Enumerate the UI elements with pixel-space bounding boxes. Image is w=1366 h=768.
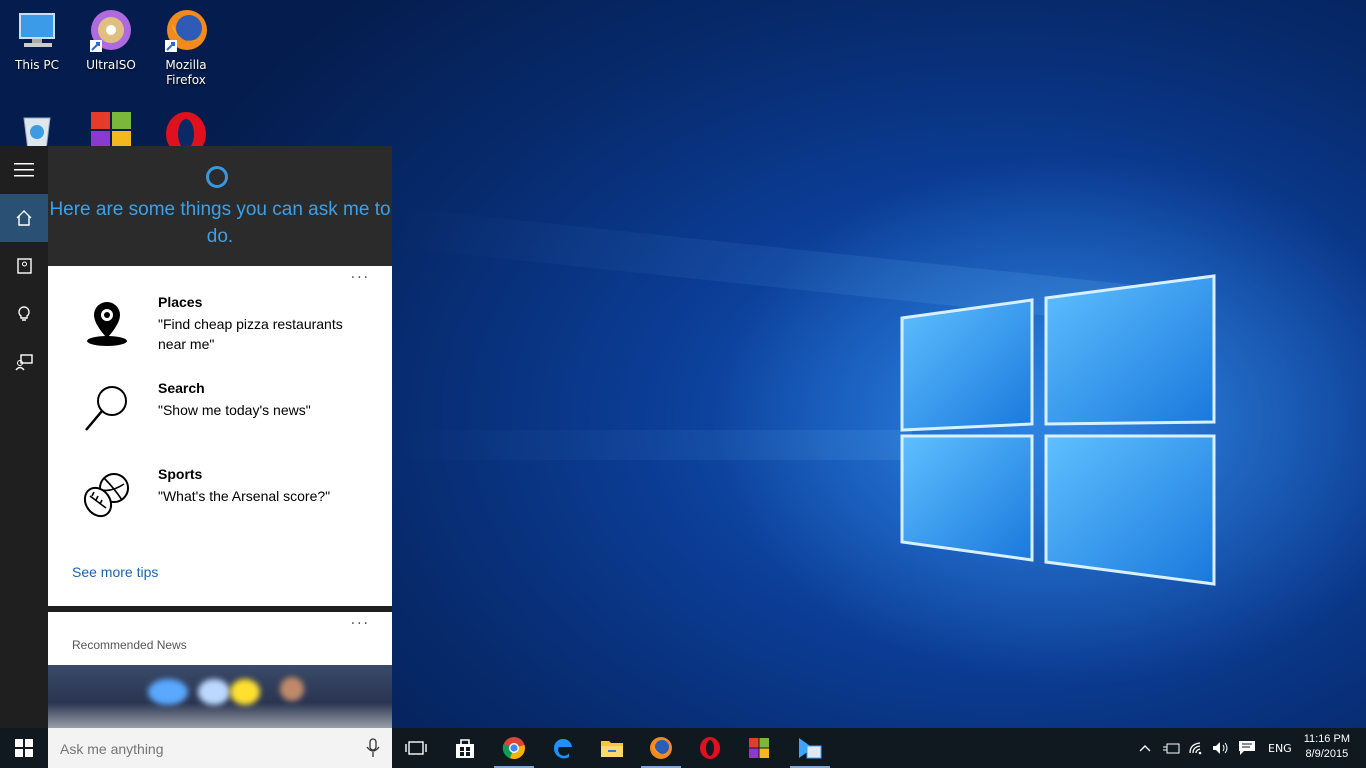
lightbulb-icon	[18, 306, 30, 321]
rail-notebook-button[interactable]	[0, 242, 48, 290]
edge-icon	[553, 738, 572, 759]
task-view-button[interactable]	[392, 728, 440, 768]
desktop-icon-ultraiso[interactable]: UltraISO	[75, 8, 147, 73]
this-pc-icon	[19, 13, 55, 47]
desktop-icon-this-pc[interactable]: This PC	[1, 8, 73, 73]
news-label: Recommended News	[72, 638, 187, 652]
wifi-icon[interactable]	[1188, 741, 1206, 755]
store-icon	[456, 739, 474, 758]
battery-plug-icon[interactable]	[1162, 741, 1180, 755]
taskbar-edge[interactable]	[539, 728, 587, 768]
cortana-title: Here are some things you can ask me to d…	[49, 199, 391, 247]
microphone-icon[interactable]	[366, 738, 380, 758]
rail-home-button[interactable]	[0, 194, 48, 242]
clock-date: 8/9/2015	[1305, 748, 1349, 760]
hamburger-menu-button[interactable]	[0, 146, 48, 194]
firefox-icon	[650, 737, 672, 759]
feedback-icon	[15, 354, 33, 371]
tip-query: "Show me today's news"	[158, 402, 311, 418]
news-more-button[interactable]: ···	[351, 616, 370, 632]
tip-title: Places	[158, 294, 203, 310]
see-more-tips-link[interactable]: See more tips	[72, 564, 158, 580]
tip-sports[interactable]: Sports "What's the Arsenal score?"	[72, 466, 372, 546]
taskbar-chrome[interactable]	[490, 728, 538, 768]
windows-logo-wallpaper	[900, 274, 1216, 586]
tip-places[interactable]: Places "Find cheap pizza restaurants nea…	[72, 294, 372, 374]
desktop-icon-label: UltraISO	[86, 58, 136, 72]
firefox-icon	[165, 10, 207, 52]
tip-title: Sports	[158, 466, 203, 482]
volume-icon[interactable]	[1212, 741, 1230, 755]
cortana-ring-icon	[206, 166, 228, 188]
search-input[interactable]	[58, 736, 352, 762]
file-explorer-icon	[601, 741, 623, 757]
media-app-icon	[799, 738, 822, 759]
home-icon	[16, 210, 32, 226]
places-icon	[87, 302, 127, 346]
tip-query: "Find cheap pizza restaurants near me"	[158, 316, 343, 352]
rail-feedback-button[interactable]	[0, 338, 48, 386]
colorful-app-icon	[749, 738, 769, 758]
chevron-up-icon[interactable]	[1138, 743, 1152, 753]
taskbar-colorful-app[interactable]	[735, 728, 783, 768]
news-thumbnail	[48, 665, 392, 728]
desktop-icon-label: This PC	[15, 58, 59, 72]
search-icon	[85, 386, 127, 431]
opera-icon	[700, 737, 720, 759]
task-view-icon	[405, 741, 427, 755]
tips-card: ··· Places "Find cheap pizza restaurants…	[48, 266, 392, 606]
rail-tips-button[interactable]	[0, 290, 48, 338]
notebook-icon	[17, 258, 32, 274]
taskbar-store[interactable]	[441, 728, 489, 768]
windows-start-icon	[15, 739, 33, 757]
cortana-search-box[interactable]	[48, 728, 392, 768]
taskbar-firefox[interactable]	[637, 728, 685, 768]
desktop-icon-firefox[interactable]: Mozilla Firefox	[150, 8, 222, 88]
clock-time: 11:16 PM	[1303, 733, 1350, 745]
sports-icon	[83, 473, 129, 518]
taskbar-media-app[interactable]	[786, 728, 834, 768]
tip-search[interactable]: Search "Show me today's news"	[72, 380, 372, 460]
cortana-header: Here are some things you can ask me to d…	[48, 146, 392, 266]
taskbar-file-explorer[interactable]	[588, 728, 636, 768]
action-center-icon[interactable]	[1238, 740, 1256, 756]
chrome-icon	[502, 737, 525, 760]
tip-query: "What's the Arsenal score?"	[158, 488, 331, 504]
taskbar-opera[interactable]	[686, 728, 734, 768]
recommended-news-card[interactable]: ··· Recommended News	[48, 612, 392, 728]
system-tray: ENG	[1138, 728, 1292, 768]
menu-icon	[14, 163, 34, 177]
taskbar: ENG 11:16 PM 8/9/2015	[0, 728, 1366, 768]
ultraiso-icon	[90, 10, 131, 52]
cortana-sidebar	[0, 146, 48, 728]
language-indicator[interactable]: ENG	[1268, 742, 1292, 755]
tips-more-button[interactable]: ···	[351, 270, 370, 286]
start-button[interactable]	[0, 728, 48, 768]
desktop-icon-label: Mozilla Firefox	[165, 58, 207, 87]
clock[interactable]: 11:16 PM 8/9/2015	[1304, 732, 1350, 762]
tip-title: Search	[158, 380, 205, 396]
